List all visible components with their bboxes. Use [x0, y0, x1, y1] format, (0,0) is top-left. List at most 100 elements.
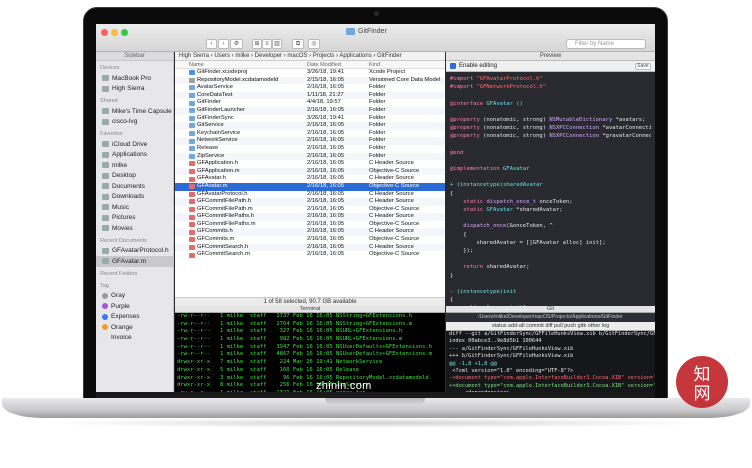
file-icon: [189, 70, 195, 76]
file-row[interactable]: GitFinder 4/4/18, 19:57 Folder: [175, 99, 445, 107]
toolbar-button[interactable]: ›: [218, 39, 229, 49]
file-row[interactable]: GitService 2/16/18, 16:05 Folder: [175, 122, 445, 130]
toolbar-button[interactable]: ▥: [272, 39, 282, 49]
file-row[interactable]: RepositoryModel.xcdatamodeld 2/15/18, 16:…: [175, 76, 445, 85]
code-line: #import "GFAvatarProtocol.h": [450, 76, 543, 82]
file-row[interactable]: GFCommits.h 2/16/18, 16:05 C Header Source: [175, 228, 445, 237]
git-diff-line: +<document type="com.apple.InterfaceBuil…: [449, 382, 655, 389]
toolbar-button[interactable]: ‹: [206, 39, 217, 49]
file-kind: C Header Source: [369, 160, 414, 167]
sidebar-section-title: Recent Folders: [100, 270, 138, 277]
sidebar-item-label: milke: [112, 161, 128, 169]
toolbar-button[interactable]: ≡: [262, 39, 272, 49]
tag-item[interactable]: Expenses: [96, 312, 173, 323]
toolbar-button[interactable]: ⊞: [252, 39, 262, 49]
code-editor[interactable]: #import "GFAvatarProtocol.h" #import "GFN…: [446, 72, 655, 306]
code-line: @end: [450, 149, 464, 156]
tag-color-icon: [102, 334, 108, 341]
file-row[interactable]: AvatarService 2/16/18, 16:05 Folder: [175, 84, 445, 92]
sidebar-item[interactable]: GFAvatar.m: [96, 256, 173, 267]
file-row[interactable]: KeychainService 2/16/18, 16:05 Folder: [175, 130, 445, 138]
git-actions[interactable]: status add-all commit diff pull push git…: [446, 322, 655, 331]
zoom-button[interactable]: [121, 29, 128, 36]
toolbar-button[interactable]: ⧉: [292, 39, 304, 49]
file-row[interactable]: GFCommitFilePaths.m 2/16/18, 16:05 Objecti…: [175, 221, 445, 229]
file-row[interactable]: GFCommitFilePath.m 2/16/18, 16:05 Objectiv…: [175, 206, 445, 214]
file-kind: Folder: [369, 144, 386, 151]
sidebar-item[interactable]: milke: [96, 160, 173, 171]
column-date-modified[interactable]: Date Modified: [303, 61, 365, 68]
file-date: 2/16/18, 16:05: [307, 220, 345, 227]
sidebar-item[interactable]: Documents: [96, 181, 173, 192]
column-kind[interactable]: Kind: [365, 61, 445, 68]
file-row[interactable]: GFCommitSearch.h 2/16/18, 16:05 C Header S…: [175, 243, 445, 252]
item-icon: [102, 141, 109, 148]
file-row[interactable]: GFCommitFilePaths.h 2/16/18, 16:05 C Heade…: [175, 213, 445, 221]
save-button[interactable]: Save: [635, 63, 651, 70]
file-kind: Objective-C Source: [369, 251, 420, 258]
file-icon: [189, 169, 195, 175]
file-row[interactable]: NetworkService 2/16/18, 16:05 Folder: [175, 137, 445, 145]
close-button[interactable]: [101, 29, 108, 36]
terminal-panel[interactable]: Terminal -rw-r--r-- 1 milke staff 2737 F…: [175, 306, 445, 392]
terminal-line: drwxr-xr-x 8 milke staff 256 Feb 16 16:0…: [177, 382, 370, 389]
code-line: static dispatch_once_t onceToken;: [450, 198, 573, 205]
file-name-text: GFCommitSearch.h: [197, 243, 249, 250]
sidebar-item[interactable]: Movies: [96, 223, 173, 234]
sidebar-toggle[interactable]: Sidebar: [96, 52, 173, 61]
tag-label: Orange: [111, 323, 133, 331]
tag-item[interactable]: Invoice: [96, 333, 173, 344]
file-row[interactable]: GFAvatarProtocol.h 2/16/18, 16:05 C Header…: [175, 191, 445, 199]
file-name-text: GFCommitFilePaths.h: [197, 213, 255, 220]
terminal-line: drwxr-xr-x 5 milke staff 160 Feb 16 16:0…: [177, 366, 360, 373]
code-line: #import "GFNetworkProtocol.h": [450, 84, 547, 91]
file-icon: [189, 252, 195, 258]
sidebar-section-title: Shared: [100, 98, 118, 104]
file-row[interactable]: GFCommitFilePath.h 2/16/18, 16:05 C Header…: [175, 198, 445, 206]
file-row[interactable]: GFAvatar.m 2/16/18, 16:05 Objective-C Sour…: [175, 182, 445, 191]
sidebar-item[interactable]: cisco-lvg: [96, 117, 173, 128]
file-icon: [189, 85, 195, 91]
terminal-line: drwxr-xr-x 3 milke staff 96 Feb 16 16:05…: [177, 374, 429, 381]
file-row[interactable]: GFCommits.m 2/16/18, 16:05 Objective-C Sou…: [175, 236, 445, 244]
preview-header: Preview: [446, 52, 655, 61]
sidebar-item[interactable]: Downloads: [96, 192, 173, 203]
file-icon: [189, 123, 195, 129]
file-row[interactable]: Release 2/16/18, 16:05 Folder: [175, 145, 445, 153]
file-kind: Folder: [369, 84, 386, 91]
sidebar-item[interactable]: Pictures: [96, 213, 173, 224]
tag-color-icon: [102, 292, 108, 299]
file-name-text: GFCommitFilePaths.m: [197, 220, 256, 227]
file-row[interactable]: GFAvatar.h 2/16/18, 16:05 C Header Source: [175, 175, 445, 183]
file-row[interactable]: CoreDataTest 1/11/18, 21:27 Folder: [175, 91, 445, 100]
file-name-text: GFCommitSearch.m: [197, 251, 250, 258]
toolbar-button[interactable]: ◎: [308, 39, 320, 49]
file-row[interactable]: GitFinder.xcodeproj 3/26/18, 19:41 Xcode P…: [175, 69, 445, 77]
file-row[interactable]: GFApplication.h 2/16/18, 16:05 C Header So…: [175, 160, 445, 168]
sidebar-item[interactable]: Mike's Time Capsule: [96, 106, 173, 117]
minimize-button[interactable]: [111, 29, 118, 36]
file-row[interactable]: ZipService 2/16/18, 16:05 Folder: [175, 152, 445, 161]
sidebar-item[interactable]: Desktop: [96, 171, 173, 182]
sidebar-item[interactable]: MacBook Pro: [96, 73, 173, 84]
tag-item[interactable]: Purple: [96, 301, 173, 312]
sidebar-item[interactable]: GFAvatarProtocol.h: [96, 246, 173, 257]
column-name[interactable]: Name: [175, 61, 303, 68]
file-row[interactable]: GFCommitSearch.m 2/16/18, 16:05 Objective-…: [175, 251, 445, 259]
search-input[interactable]: Filter by Name: [566, 39, 646, 49]
enable-editing-checkbox[interactable]: [450, 63, 456, 69]
item-icon: [102, 108, 109, 115]
tag-item[interactable]: Gray: [96, 291, 173, 302]
toolbar-button[interactable]: ⚙: [230, 39, 243, 49]
file-row[interactable]: GitFinderSync 3/26/18, 19:41 Folder: [175, 115, 445, 123]
sidebar-item[interactable]: Applications: [96, 150, 173, 161]
file-row[interactable]: GitFinderLauncher 2/16/18, 16:05 Folder: [175, 106, 445, 115]
sidebar-item[interactable]: Music: [96, 202, 173, 213]
tag-item[interactable]: Orange: [96, 322, 173, 333]
sidebar-item[interactable]: iCloud Drive: [96, 139, 173, 150]
sidebar-item-label: Downloads: [112, 193, 145, 201]
file-row[interactable]: GFApplication.m 2/16/18, 16:05 Objective-C…: [175, 167, 445, 176]
sidebar-item[interactable]: High Sierra: [96, 84, 173, 95]
item-icon: [102, 85, 109, 92]
